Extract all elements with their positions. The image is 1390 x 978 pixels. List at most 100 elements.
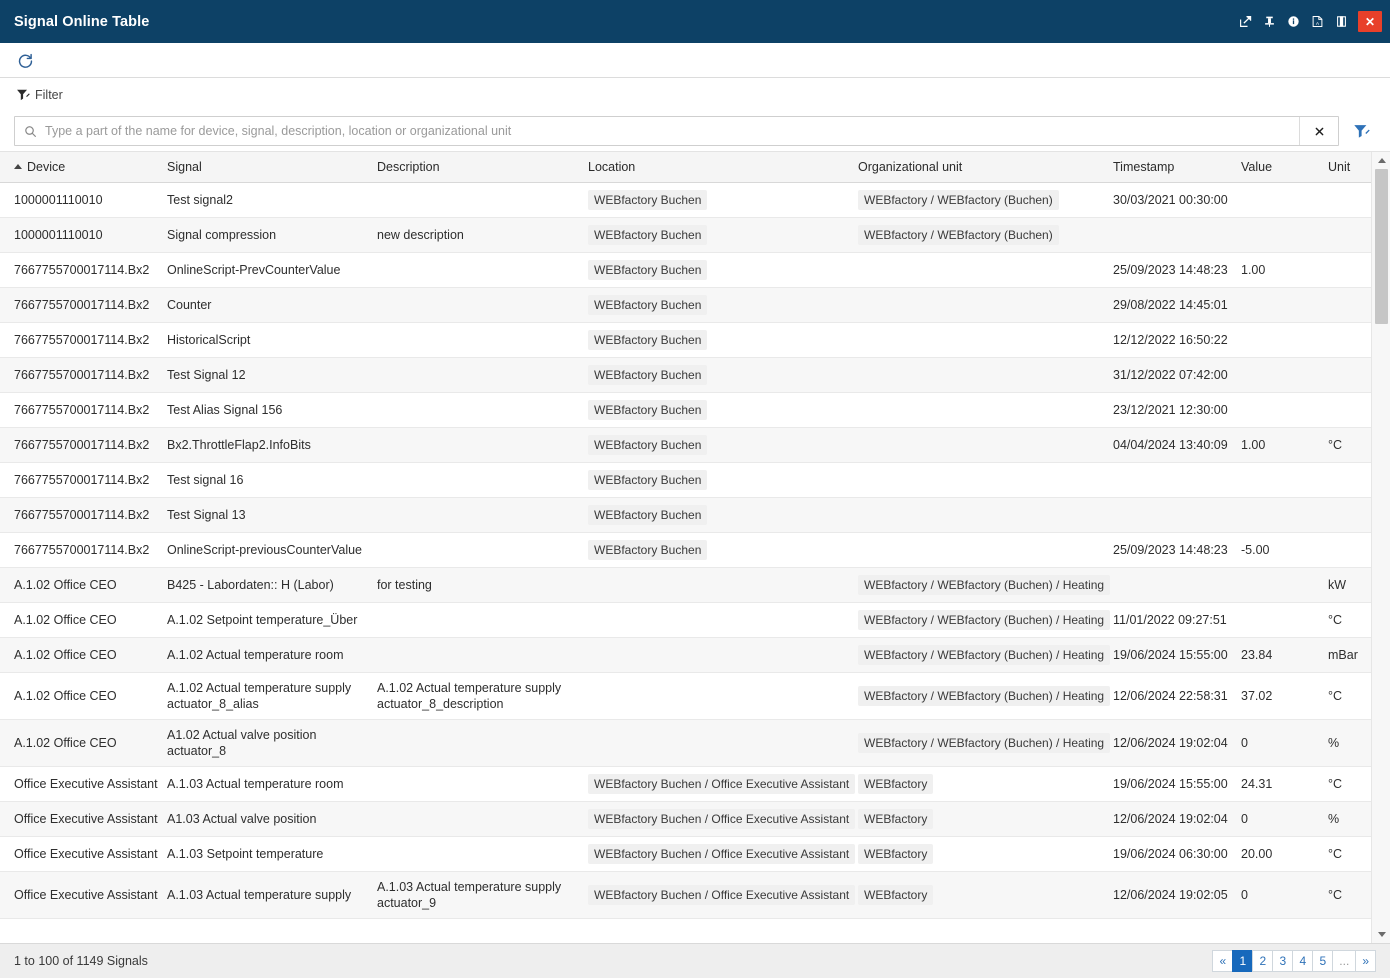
org_unit-badge: WEBfactory / WEBfactory (Buchen) / Heati… <box>858 733 1110 753</box>
column-header-signal[interactable]: Signal <box>167 152 377 182</box>
cell-description <box>377 532 588 567</box>
cell-value <box>1241 497 1328 532</box>
table-row[interactable]: 7667755700017114.Bx2CounterWEBfactory Bu… <box>0 287 1371 322</box>
table-row[interactable]: 7667755700017114.Bx2Test Signal 12WEBfac… <box>0 357 1371 392</box>
cell-location <box>588 567 858 602</box>
column-label-location: Location <box>588 160 635 174</box>
page-button-4[interactable]: 4 <box>1292 950 1312 972</box>
column-header-device[interactable]: Device <box>0 152 167 182</box>
refresh-button[interactable] <box>12 47 38 73</box>
cell-unit: °C <box>1328 871 1371 918</box>
pin-icon[interactable] <box>1258 10 1280 33</box>
search-input[interactable] <box>45 117 1299 145</box>
cell-signal: Test Signal 13 <box>167 497 377 532</box>
table-row[interactable]: A.1.02 Office CEOA.1.02 Actual temperatu… <box>0 637 1371 672</box>
table-row[interactable]: Office Executive AssistantA.1.03 Setpoin… <box>0 836 1371 871</box>
cell-description <box>377 602 588 637</box>
cell-signal: Bx2.ThrottleFlap2.InfoBits <box>167 427 377 462</box>
info-icon[interactable] <box>1282 10 1304 33</box>
table-row[interactable]: Office Executive AssistantA.1.03 Actual … <box>0 766 1371 801</box>
search-box[interactable] <box>14 116 1339 146</box>
cell-location <box>588 719 858 766</box>
cell-device: A.1.02 Office CEO <box>0 602 167 637</box>
scroll-down-icon[interactable] <box>1372 926 1390 943</box>
page-button-3[interactable]: 3 <box>1272 950 1292 972</box>
cell-org_unit <box>858 497 1113 532</box>
cell-org_unit <box>858 427 1113 462</box>
apply-filter-button[interactable] <box>1348 118 1374 144</box>
table-row[interactable]: 7667755700017114.Bx2OnlineScript-PrevCou… <box>0 252 1371 287</box>
column-header-value[interactable]: Value <box>1241 152 1328 182</box>
org_unit-badge: WEBfactory <box>858 844 933 864</box>
table-row[interactable]: 7667755700017114.Bx2HistoricalScriptWEBf… <box>0 322 1371 357</box>
location-badge: WEBfactory Buchen / Office Executive Ass… <box>588 844 855 864</box>
column-header-description[interactable]: Description <box>377 152 588 182</box>
table-row[interactable]: 7667755700017114.Bx2Test Alias Signal 15… <box>0 392 1371 427</box>
page-button-1[interactable]: 1 <box>1232 950 1252 972</box>
cell-description: A.1.03 Actual temperature supply actuato… <box>377 871 588 918</box>
table-row[interactable]: 7667755700017114.Bx2Test signal 16WEBfac… <box>0 462 1371 497</box>
cell-org_unit: WEBfactory / WEBfactory (Buchen) / Heati… <box>858 719 1113 766</box>
cell-org_unit <box>858 322 1113 357</box>
cell-description <box>377 252 588 287</box>
previous-page-button[interactable]: « <box>1212 950 1232 972</box>
column-header-timestamp[interactable]: Timestamp <box>1113 152 1241 182</box>
column-label-value: Value <box>1241 160 1272 174</box>
open-external-icon[interactable] <box>1234 10 1256 33</box>
close-button[interactable]: ✕ <box>1358 11 1382 32</box>
table-row[interactable]: A.1.02 Office CEOA.1.02 Setpoint tempera… <box>0 602 1371 637</box>
column-header-org-unit[interactable]: Organizational unit <box>858 152 1113 182</box>
org_unit-badge: WEBfactory / WEBfactory (Buchen) <box>858 190 1059 210</box>
table-row[interactable]: 7667755700017114.Bx2Bx2.ThrottleFlap2.In… <box>0 427 1371 462</box>
page-button-5[interactable]: 5 <box>1312 950 1332 972</box>
window-actions: A ✕ <box>1234 10 1384 33</box>
filter-label: Filter <box>35 88 63 102</box>
table-row[interactable]: Office Executive AssistantA.1.03 Actual … <box>0 871 1371 918</box>
cell-unit <box>1328 462 1371 497</box>
column-header-location[interactable]: Location <box>588 152 858 182</box>
org_unit-badge: WEBfactory <box>858 809 933 829</box>
cell-signal: A1.03 Actual valve position <box>167 801 377 836</box>
table-row[interactable]: A.1.02 Office CEOB425 - Labordaten:: H (… <box>0 567 1371 602</box>
vertical-scrollbar[interactable] <box>1371 152 1390 943</box>
pagination: «12345...» <box>1212 950 1376 972</box>
table-row[interactable]: 1000001110010Signal compressionnew descr… <box>0 217 1371 252</box>
clear-search-button[interactable] <box>1299 117 1338 145</box>
cell-device: A.1.02 Office CEO <box>0 567 167 602</box>
toggle-panel-icon[interactable] <box>1330 10 1352 33</box>
page-button-2[interactable]: 2 <box>1252 950 1272 972</box>
table-row[interactable]: Office Executive AssistantA1.03 Actual v… <box>0 801 1371 836</box>
cell-signal: Signal compression <box>167 217 377 252</box>
cell-value <box>1241 462 1328 497</box>
cell-timestamp: 19/06/2024 15:55:00 <box>1113 637 1241 672</box>
scroll-up-icon[interactable] <box>1372 152 1390 169</box>
filter-header: Filter <box>14 78 1376 111</box>
table-row[interactable]: A.1.02 Office CEOA1.02 Actual valve posi… <box>0 719 1371 766</box>
table-header-row: Device Signal Description Location Organ… <box>0 152 1371 182</box>
pdf-export-icon[interactable]: A <box>1306 10 1328 33</box>
cell-location <box>588 672 858 719</box>
table-row[interactable]: 7667755700017114.Bx2OnlineScript-previou… <box>0 532 1371 567</box>
cell-device: 7667755700017114.Bx2 <box>0 532 167 567</box>
cell-location: WEBfactory Buchen <box>588 497 858 532</box>
cell-timestamp: 12/06/2024 19:02:04 <box>1113 801 1241 836</box>
cell-device: Office Executive Assistant <box>0 836 167 871</box>
cell-description <box>377 182 588 217</box>
cell-device: A.1.02 Office CEO <box>0 672 167 719</box>
table-row[interactable]: 7667755700017114.Bx2Test Signal 13WEBfac… <box>0 497 1371 532</box>
page-ellipsis[interactable]: ... <box>1332 950 1355 972</box>
table-row[interactable]: 1000001110010Test signal2WEBfactory Buch… <box>0 182 1371 217</box>
column-header-unit[interactable]: Unit <box>1328 152 1371 182</box>
table-row[interactable]: A.1.02 Office CEOA.1.02 Actual temperatu… <box>0 672 1371 719</box>
cell-timestamp: 12/06/2024 22:58:31 <box>1113 672 1241 719</box>
next-page-button[interactable]: » <box>1355 950 1376 972</box>
signals-table-container: Device Signal Description Location Organ… <box>0 151 1390 943</box>
cell-description <box>377 637 588 672</box>
table-footer: 1 to 100 of 1149 Signals «12345...» <box>0 943 1390 978</box>
cell-location: WEBfactory Buchen / Office Executive Ass… <box>588 801 858 836</box>
cell-location: WEBfactory Buchen / Office Executive Ass… <box>588 766 858 801</box>
location-badge: WEBfactory Buchen <box>588 260 707 280</box>
cell-value <box>1241 182 1328 217</box>
cell-org_unit <box>858 357 1113 392</box>
scrollbar-thumb[interactable] <box>1375 169 1388 324</box>
